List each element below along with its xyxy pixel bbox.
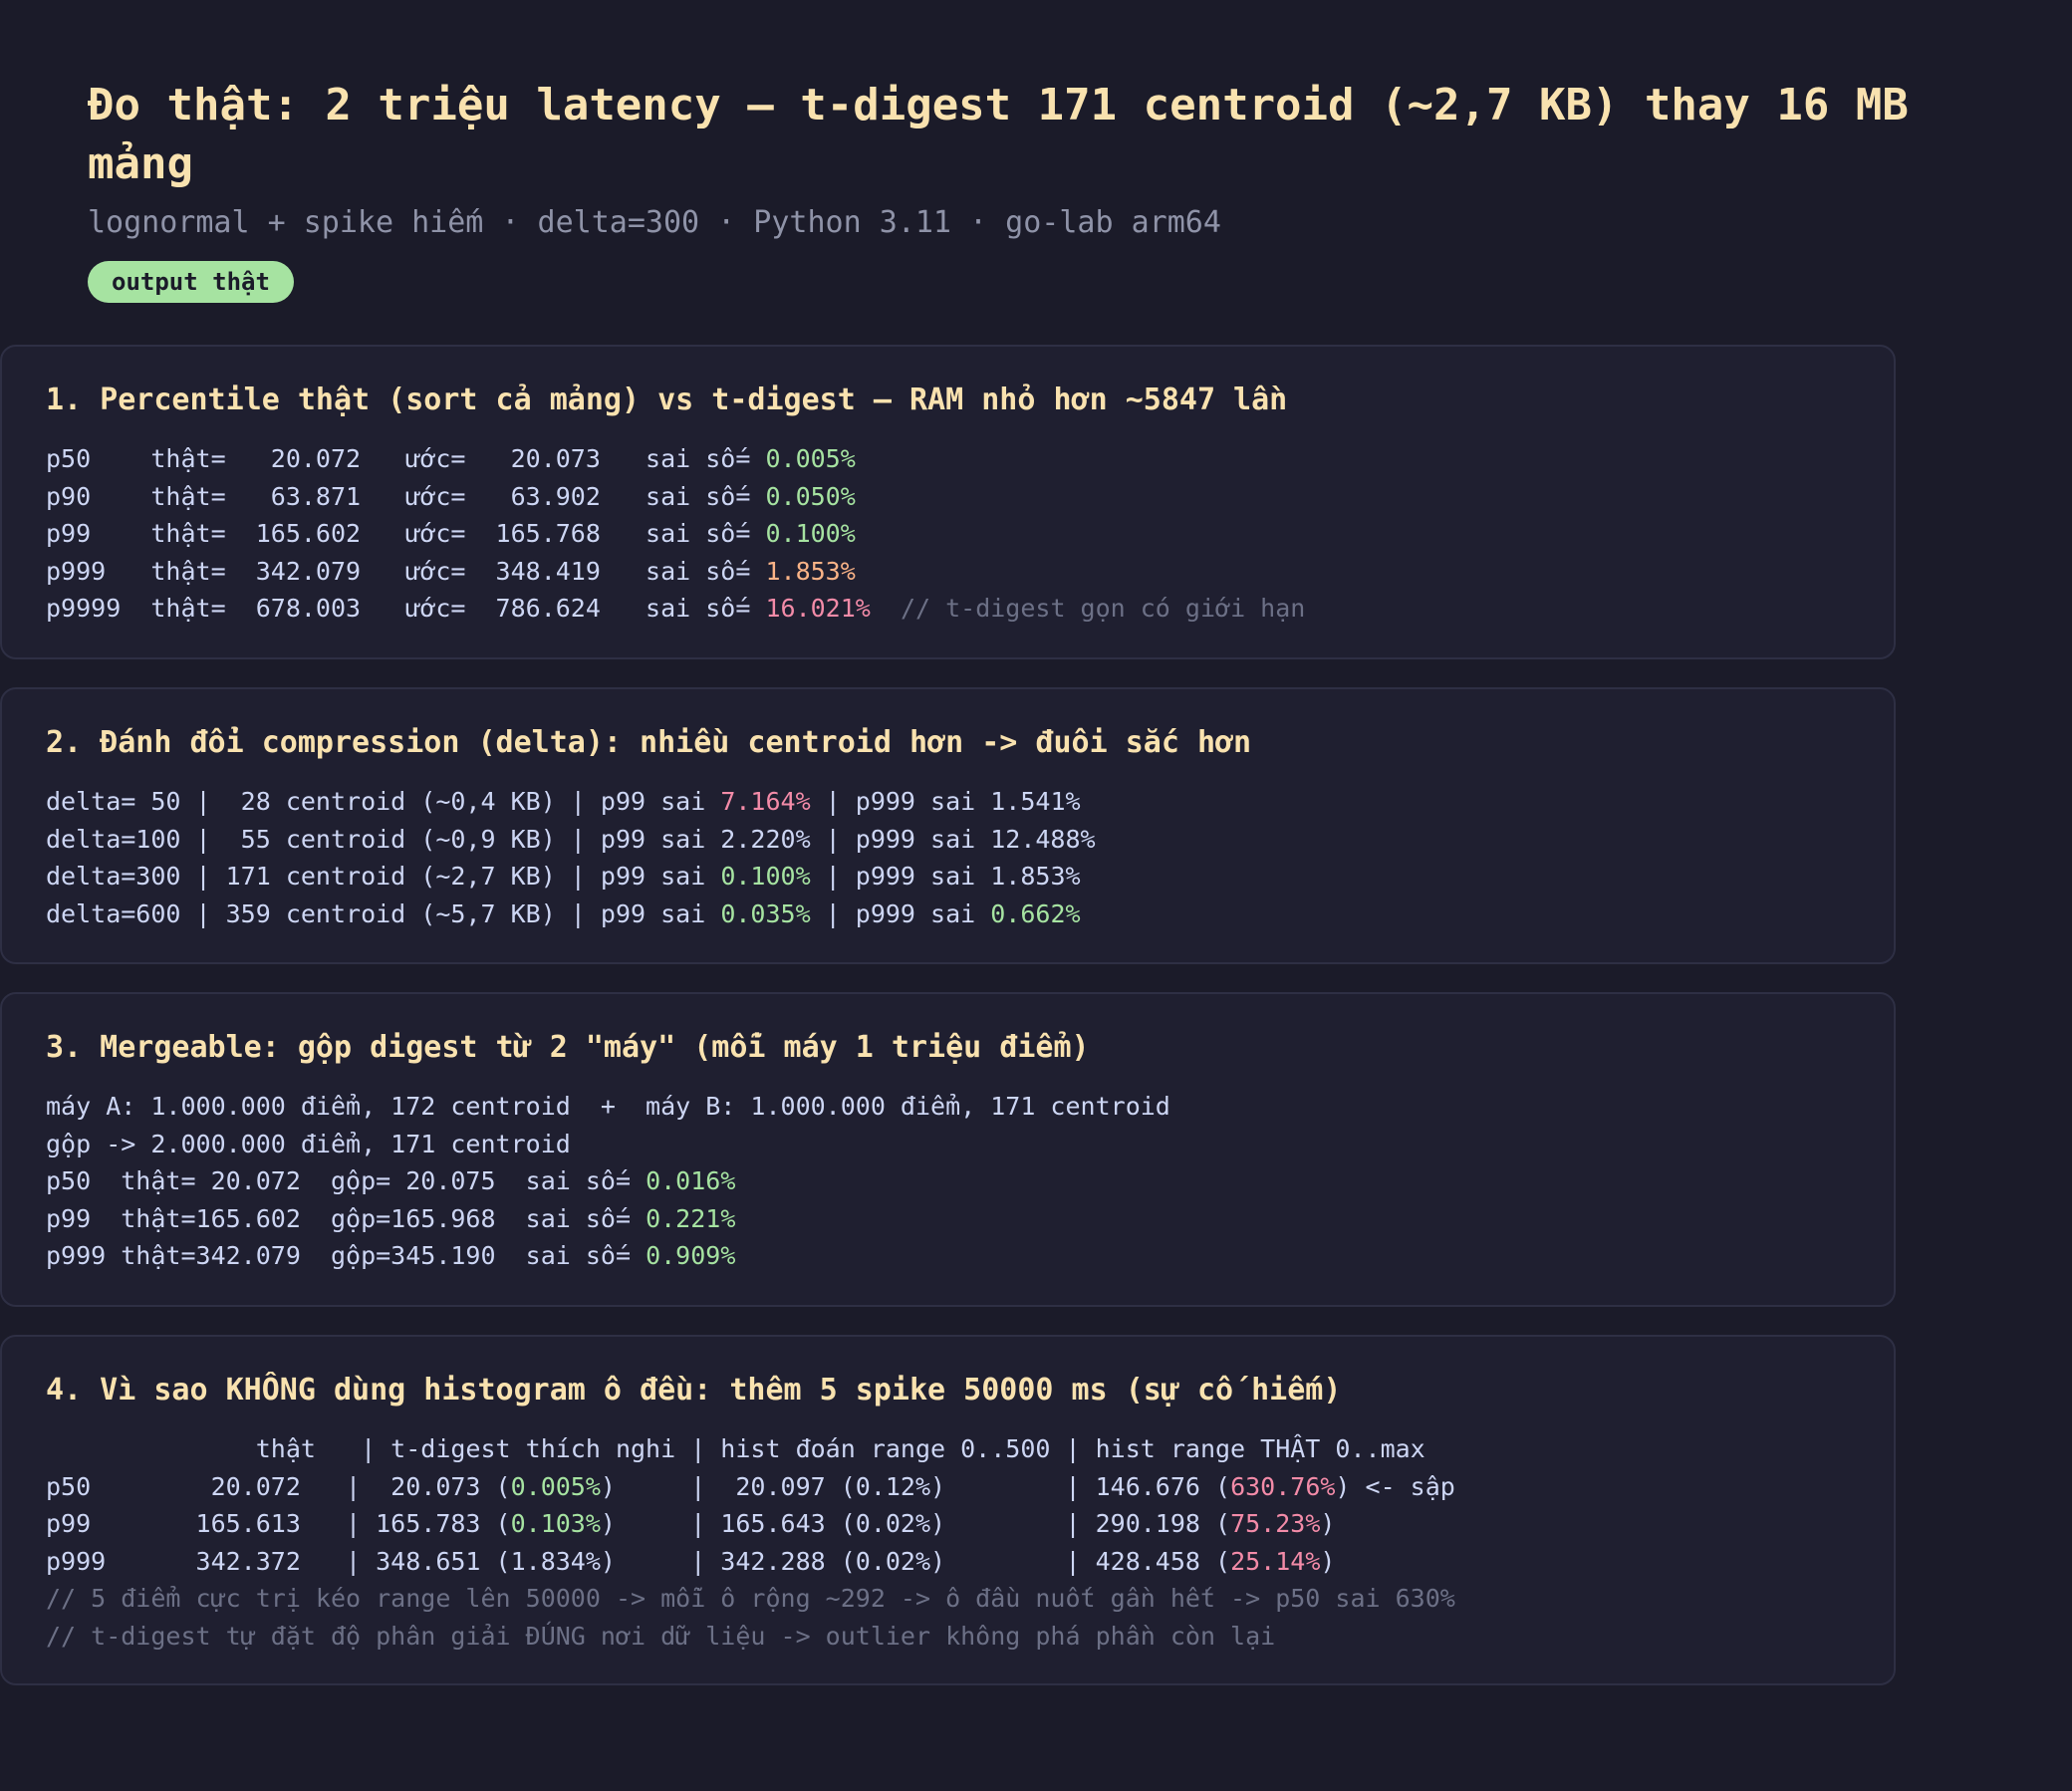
output-text: p999 thật= 342.079 ước= 348.419 sai số= <box>46 556 766 586</box>
output-text: ) <- sập <box>1335 1471 1455 1501</box>
code-output: thật | t-digest thích nghi | hist đoán r… <box>46 1430 1850 1655</box>
output-line: p999 342.372 | 348.651 (1.834%) | 342.28… <box>46 1543 1850 1581</box>
output-line: // t-digest tự đặt độ phân giải ĐÚNG nơi… <box>46 1618 1850 1656</box>
section-title: 1. Percentile thật (sort cả mảng) vs t-d… <box>46 383 1288 417</box>
output-text: delta= 50 | 28 centroid (~0,4 KB) | p99 … <box>46 787 721 816</box>
code-output: p50 thật= 20.072 ước= 20.073 sai số= 0.0… <box>46 440 1850 628</box>
output-line: gộp -> 2.000.000 điểm, 171 centroid <box>46 1126 1850 1163</box>
output-line: thật | t-digest thích nghi | hist đoán r… <box>46 1430 1850 1468</box>
output-text: gộp -> 2.000.000 điểm, 171 centroid <box>46 1129 571 1158</box>
error-value: 0.035% <box>720 898 811 928</box>
output-text: p99 thật= 165.602 ước= 165.768 sai số= <box>46 519 766 548</box>
output-text: p90 thật= 63.871 ước= 63.902 sai số= <box>46 481 766 511</box>
section-title: 2. Đánh đổi compression (delta): nhiều c… <box>46 725 1252 760</box>
output-text: delta=600 | 359 centroid (~5,7 KB) | p99… <box>46 898 721 928</box>
status-badge: output thật <box>88 261 294 303</box>
output-text: ) | 165.643 (0.02%) | 290.198 ( <box>600 1509 1231 1538</box>
output-line: p99 165.613 | 165.783 (0.103%) | 165.643… <box>46 1505 1850 1543</box>
error-value: 0.662% <box>990 898 1081 928</box>
output-line: p99 thật=165.602 gộp=165.968 sai số= 0.2… <box>46 1200 1850 1238</box>
output-text: p50 thật= 20.072 ước= 20.073 sai số= <box>46 444 766 473</box>
output-line: p50 thật= 20.072 ước= 20.073 sai số= 0.0… <box>46 440 1850 478</box>
output-line: delta= 50 | 28 centroid (~0,4 KB) | p99 … <box>46 783 1850 821</box>
output-line: p50 thật= 20.072 gộp= 20.075 sai số= 0.0… <box>46 1162 1850 1200</box>
output-text: | p999 sai <box>810 898 991 928</box>
error-value: 1.853% <box>765 556 856 586</box>
page: Đo thật: 2 triệu latency — t-digest 171 … <box>88 76 1985 303</box>
output-text: ) | 20.097 (0.12%) | 146.676 ( <box>600 1471 1231 1501</box>
error-value: 0.100% <box>765 519 856 548</box>
output-text: máy A: 1.000.000 điểm, 172 centroid + má… <box>46 1092 1170 1121</box>
section-title: 4. Vì sao KHÔNG dùng histogram ô đều: th… <box>46 1373 1342 1407</box>
code-output: máy A: 1.000.000 điểm, 172 centroid + má… <box>46 1088 1850 1275</box>
code-comment: // 5 điểm cực trị kéo range lên 50000 ->… <box>46 1584 1455 1613</box>
code-comment: // t-digest tự đặt độ phân giải ĐÚNG nơi… <box>46 1621 1276 1651</box>
error-value: 630.76% <box>1230 1471 1336 1501</box>
output-line: delta=100 | 55 centroid (~0,9 KB) | p99 … <box>46 821 1850 859</box>
error-value: 0.050% <box>765 481 856 511</box>
section-mergeable: 3. Mergeable: gộp digest từ 2 "máy" (mỗi… <box>0 992 1896 1307</box>
output-text: p50 20.072 | 20.073 ( <box>46 1471 511 1501</box>
output-line: p999 thật= 342.079 ước= 348.419 sai số= … <box>46 553 1850 591</box>
error-value: 0.221% <box>646 1203 736 1233</box>
error-value: 0.016% <box>646 1166 736 1195</box>
section-histogram: 4. Vì sao KHÔNG dùng histogram ô đều: th… <box>0 1335 1896 1685</box>
output-line: p50 20.072 | 20.073 (0.005%) | 20.097 (0… <box>46 1468 1850 1506</box>
output-text: ) <box>1320 1546 1336 1576</box>
output-text: | p999 sai 1.541% <box>810 787 1081 816</box>
output-line: // 5 điểm cực trị kéo range lên 50000 ->… <box>46 1580 1850 1618</box>
output-text: p99 165.613 | 165.783 ( <box>46 1509 511 1538</box>
output-text: delta=100 | 55 centroid (~0,9 KB) | p99 … <box>46 824 1096 854</box>
output-text: ) <box>1320 1509 1336 1538</box>
output-line: p90 thật= 63.871 ước= 63.902 sai số= 0.0… <box>46 478 1850 516</box>
section-percentile: 1. Percentile thật (sort cả mảng) vs t-d… <box>0 345 1896 659</box>
page-subtitle: lognormal + spike hiếm · delta=300 · Pyt… <box>88 205 1221 240</box>
output-text: p999 thật=342.079 gộp=345.190 sai số= <box>46 1241 647 1270</box>
error-value: 0.100% <box>720 862 811 891</box>
error-value: 0.005% <box>765 444 856 473</box>
output-line: delta=600 | 359 centroid (~5,7 KB) | p99… <box>46 896 1850 933</box>
output-text: thật | t-digest thích nghi | hist đoán r… <box>46 1434 1425 1463</box>
error-value: 0.909% <box>646 1241 736 1270</box>
output-line: delta=300 | 171 centroid (~2,7 KB) | p99… <box>46 858 1850 896</box>
output-line: máy A: 1.000.000 điểm, 172 centroid + má… <box>46 1088 1850 1126</box>
output-text: p9999 thật= 678.003 ước= 786.624 sai số= <box>46 594 766 623</box>
error-value: 0.103% <box>510 1509 601 1538</box>
output-text: p50 thật= 20.072 gộp= 20.075 sai số= <box>46 1166 647 1195</box>
error-value: 75.23% <box>1230 1509 1321 1538</box>
output-text: p99 thật=165.602 gộp=165.968 sai số= <box>46 1203 647 1233</box>
code-comment: // t-digest gọn có giới hạn <box>900 594 1306 623</box>
output-line: p99 thật= 165.602 ước= 165.768 sai số= 0… <box>46 515 1850 553</box>
code-output: delta= 50 | 28 centroid (~0,4 KB) | p99 … <box>46 783 1850 932</box>
output-line: p9999 thật= 678.003 ước= 786.624 sai số=… <box>46 590 1850 628</box>
output-line: p999 thật=342.079 gộp=345.190 sai số= 0.… <box>46 1237 1850 1275</box>
page-title: Đo thật: 2 triệu latency — t-digest 171 … <box>88 80 1909 189</box>
section-title: 3. Mergeable: gộp digest từ 2 "máy" (mỗi… <box>46 1030 1090 1065</box>
error-value: 16.021% <box>765 594 871 623</box>
error-value: 0.005% <box>510 1471 601 1501</box>
output-text: delta=300 | 171 centroid (~2,7 KB) | p99… <box>46 862 721 891</box>
error-value: 25.14% <box>1230 1546 1321 1576</box>
output-text: p999 342.372 | 348.651 (1.834%) | 342.28… <box>46 1546 1231 1576</box>
section-compression: 2. Đánh đổi compression (delta): nhiều c… <box>0 687 1896 964</box>
error-value: 7.164% <box>720 787 811 816</box>
output-text: | p999 sai 1.853% <box>810 862 1081 891</box>
